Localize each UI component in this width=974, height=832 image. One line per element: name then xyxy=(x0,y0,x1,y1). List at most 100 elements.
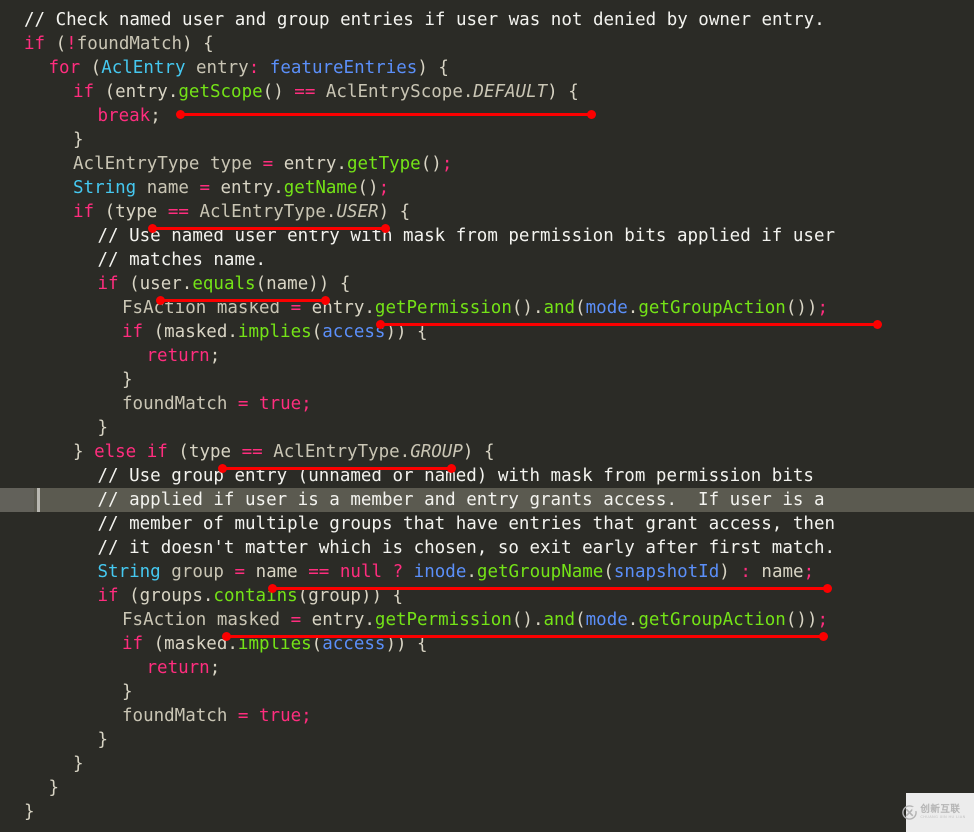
code-line[interactable]: } xyxy=(0,800,35,824)
code-token: AclEntryType. xyxy=(262,442,411,462)
watermark-logo-icon xyxy=(902,805,918,820)
code-token: ) { xyxy=(378,202,411,222)
code-token: = xyxy=(237,706,249,726)
code-token: DEFAULT xyxy=(473,82,548,102)
annotation-underline xyxy=(222,632,828,641)
code-token: name xyxy=(136,178,200,198)
code-line[interactable]: if (masked.implies(access)) { xyxy=(0,320,428,344)
code-token: if xyxy=(97,586,119,606)
code-line[interactable]: // matches name. xyxy=(0,248,267,272)
annotation-underline xyxy=(218,464,456,473)
annotation-underline xyxy=(176,110,596,119)
code-token: = xyxy=(199,178,210,198)
code-line[interactable]: String group = name == null ? inode.getG… xyxy=(0,560,815,584)
code-token: ; xyxy=(209,658,221,678)
code-token: name xyxy=(245,562,309,582)
code-token: getGroupAction xyxy=(638,610,786,630)
code-token: // applied if user is a member and entry… xyxy=(97,490,825,510)
code-token: ! xyxy=(66,34,77,54)
code-line[interactable]: } xyxy=(0,128,84,152)
code-token: // it doesn't matter which is chosen, so… xyxy=(97,538,836,558)
code-token: () xyxy=(420,154,442,174)
code-token: ) xyxy=(719,562,741,582)
code-token: true xyxy=(259,706,302,726)
code-token: ()) xyxy=(785,298,818,318)
code-line[interactable]: String name = entry.getName(); xyxy=(0,176,389,200)
code-line[interactable]: } xyxy=(0,728,109,752)
code-line[interactable]: } xyxy=(0,416,109,440)
code-line[interactable]: } xyxy=(0,752,84,776)
code-editor[interactable]: // Check named user and group entries if… xyxy=(0,0,974,832)
code-token: if xyxy=(73,202,95,222)
code-token: ( xyxy=(80,58,102,78)
code-line[interactable]: for (AclEntry entry: featureEntries) { xyxy=(0,56,449,80)
code-token: ; xyxy=(817,298,829,318)
code-line[interactable]: // applied if user is a member and entry… xyxy=(0,488,825,512)
code-token: getPermission xyxy=(374,298,512,318)
code-token: (user. xyxy=(118,274,193,294)
code-line[interactable]: } xyxy=(0,368,133,392)
code-token: (groups. xyxy=(118,586,214,606)
code-token: equals xyxy=(192,274,256,294)
code-token: entry. xyxy=(209,178,284,198)
watermark-pinyin-text: CHUANG XIN HU LIAN xyxy=(920,815,966,820)
code-token: foundMatch xyxy=(76,34,183,54)
code-token: : xyxy=(740,562,751,582)
code-token: entry. xyxy=(273,154,347,174)
code-token: String xyxy=(73,178,137,198)
code-token: == xyxy=(167,202,189,222)
code-token: entry. xyxy=(301,610,375,630)
code-token: snapshotId xyxy=(613,562,720,582)
code-token: if xyxy=(122,634,144,654)
code-token: . xyxy=(627,610,639,630)
code-token: and xyxy=(543,610,576,630)
code-token: = xyxy=(234,562,246,582)
code-token: true xyxy=(259,394,302,414)
code-line[interactable]: foundMatch = true; xyxy=(0,392,312,416)
code-line[interactable]: FsAction masked = entry.getPermission().… xyxy=(0,296,828,320)
code-token: String xyxy=(97,562,161,582)
code-line[interactable]: } xyxy=(0,680,133,704)
code-token: AclEntry xyxy=(101,58,186,78)
code-line[interactable]: if (type == AclEntryType.USER) { xyxy=(0,200,410,224)
code-line[interactable]: // Check named user and group entries if… xyxy=(0,8,825,32)
code-line[interactable]: // Use named user entry with mask from p… xyxy=(0,224,836,248)
code-line[interactable]: return; xyxy=(0,656,221,680)
code-text-layer[interactable]: // Check named user and group entries if… xyxy=(0,0,974,832)
code-token: : xyxy=(248,58,260,78)
code-token: ( xyxy=(311,322,323,342)
code-token: featureEntries xyxy=(269,58,418,78)
code-token: group xyxy=(160,562,235,582)
code-token: . xyxy=(466,562,477,582)
code-token: inode xyxy=(413,562,467,582)
code-token: } xyxy=(48,778,60,798)
code-token: == xyxy=(241,442,263,462)
code-token: getPermission xyxy=(374,610,512,630)
code-token: GROUP xyxy=(410,442,463,462)
code-token: ) { xyxy=(462,442,495,462)
code-token: foundMatch xyxy=(122,394,238,414)
code-line[interactable]: // member of multiple groups that have e… xyxy=(0,512,836,536)
code-line[interactable]: } else if (type == AclEntryType.GROUP) { xyxy=(0,440,495,464)
code-token: USER xyxy=(336,202,379,222)
code-line[interactable]: if (user.equals(name)) { xyxy=(0,272,351,296)
code-line[interactable]: AclEntryType type = entry.getType(); xyxy=(0,152,452,176)
code-token: break xyxy=(97,106,151,126)
code-line[interactable]: if (entry.getScope() == AclEntryScope.DE… xyxy=(0,80,579,104)
code-line[interactable]: foundMatch = true; xyxy=(0,704,312,728)
code-token: ) { xyxy=(547,82,579,102)
code-line[interactable]: break; xyxy=(0,104,161,128)
code-token: // matches name. xyxy=(97,250,267,270)
code-line[interactable]: FsAction masked = entry.getPermission().… xyxy=(0,608,828,632)
code-token: entry xyxy=(185,58,249,78)
code-line[interactable]: return; xyxy=(0,344,221,368)
code-line[interactable]: // it doesn't matter which is chosen, so… xyxy=(0,536,836,560)
code-token: type xyxy=(199,154,263,174)
code-token: } xyxy=(73,754,84,774)
code-line[interactable]: } xyxy=(0,776,60,800)
code-line[interactable]: if (!foundMatch) { xyxy=(0,32,214,56)
code-token: ()) xyxy=(785,610,818,630)
